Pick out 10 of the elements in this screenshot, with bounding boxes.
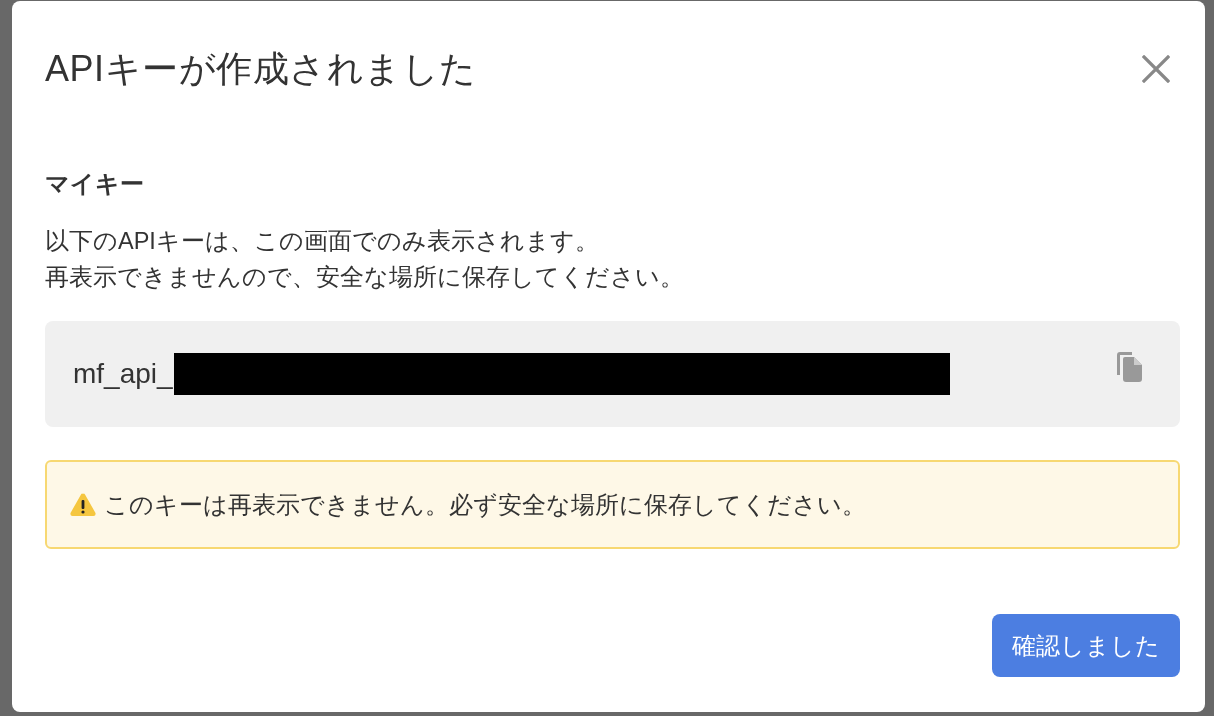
description-text: 以下のAPIキーは、この画面でのみ表示されます。 [45, 227, 599, 256]
warning-text: このキーは再表示できません。必ず安全な場所に保存してください。 [104, 489, 866, 520]
copy-icon[interactable] [1117, 352, 1143, 382]
section-title: マイキー [45, 169, 145, 199]
confirm-button[interactable]: 確認しました [992, 614, 1180, 677]
close-icon[interactable] [1142, 55, 1170, 83]
dialog-title: APIキーが作成されました [45, 47, 477, 91]
description-text: 再表示できませんので、安全な場所に保存してください。 [45, 263, 684, 292]
warning-icon [70, 493, 96, 516]
api-key-text: mf_api_ [73, 357, 173, 391]
